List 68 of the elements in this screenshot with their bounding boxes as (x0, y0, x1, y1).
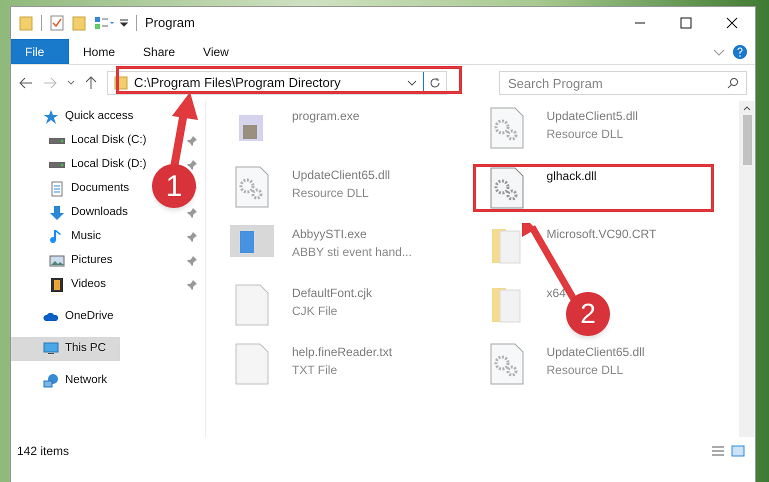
chevron-down-icon[interactable] (67, 80, 75, 86)
gear-document-icon (490, 167, 524, 209)
gear-document-icon (490, 343, 524, 385)
sidebar-item[interactable]: OneDrive (43, 305, 114, 329)
folder-icon[interactable] (19, 15, 33, 31)
address-field[interactable]: C:\Program Files\Program Directory (107, 71, 447, 95)
folder-icon[interactable] (72, 15, 86, 31)
ribbon-tab[interactable]: View (189, 39, 243, 64)
picture-icon (49, 253, 65, 269)
ribbon-tab[interactable]: File (11, 39, 69, 64)
sidebar-item[interactable]: Music (49, 225, 102, 249)
back-arrow-icon[interactable] (19, 77, 33, 89)
pin-icon[interactable] (187, 280, 197, 290)
up-arrow-icon[interactable] (85, 76, 97, 90)
file-item[interactable]: UpdateClient65.dll Resource DLL (484, 343, 645, 385)
sidebar-item[interactable]: This PC (11, 337, 120, 361)
pin-icon[interactable] (187, 160, 197, 170)
file-item[interactable]: glhack.dll (472, 164, 714, 212)
dropdown-caret-icon[interactable] (120, 19, 128, 27)
file-item[interactable]: UpdateClient65.dll Resource DLL (230, 166, 390, 208)
sidebar-item[interactable]: Videos (49, 273, 106, 297)
scrollbar[interactable] (739, 101, 755, 437)
file-item[interactable]: DefaultFont.cjk CJK File (230, 284, 372, 326)
sidebar-item[interactable]: Local Disk (C:) (49, 129, 146, 153)
document-icon (235, 343, 269, 385)
document-icon (49, 181, 65, 197)
film-icon (49, 277, 65, 293)
sidebar-item[interactable]: Quick access (43, 105, 134, 129)
drive-icon (49, 162, 65, 168)
sidebar-item[interactable]: Local Disk (D:) (49, 153, 146, 177)
window-title: Program (145, 14, 195, 32)
sidebar-item[interactable]: Pictures (49, 249, 113, 273)
file-item[interactable]: x64 (484, 284, 566, 326)
checklist-icon[interactable] (50, 15, 64, 31)
tiles-view-icon[interactable] (731, 445, 745, 457)
pin-icon[interactable] (187, 232, 197, 242)
scrollbar-thumb[interactable] (742, 115, 752, 165)
chevron-down-icon[interactable] (407, 80, 417, 86)
sidebar-item[interactable]: Documents (49, 177, 130, 201)
search-field[interactable]: Search Program (499, 71, 747, 95)
download-icon (49, 205, 65, 221)
sidebar-item[interactable]: Downloads (49, 201, 128, 225)
file-item[interactable]: UpdateClient5.dll Resource DLL (484, 107, 638, 149)
refresh-icon[interactable] (429, 77, 441, 89)
item-count: 142 items (17, 443, 70, 460)
help-icon[interactable] (733, 44, 747, 58)
ribbon-tab[interactable]: Share (129, 39, 190, 64)
properties-icon[interactable] (94, 16, 116, 30)
drive-icon (49, 138, 65, 144)
file-item[interactable]: program.exe (230, 107, 360, 149)
gear-document-icon (490, 107, 524, 149)
sidebar-item[interactable]: Network (43, 369, 108, 393)
window-icon (230, 225, 274, 257)
details-view-icon[interactable] (711, 445, 725, 457)
file-item[interactable]: help.fineReader.txt TXT File (230, 343, 392, 385)
ribbon-tab[interactable]: Home (69, 39, 130, 64)
forward-arrow-icon[interactable] (43, 77, 57, 89)
search-icon (727, 77, 739, 89)
pin-icon[interactable] (187, 136, 197, 146)
file-item[interactable]: AbbyySTI.exe ABBY sti event hand... (230, 225, 412, 261)
monitor-icon (43, 341, 59, 357)
file-item[interactable]: Microsoft.VC90.CRT (484, 225, 656, 267)
star-icon (43, 109, 59, 125)
pin-icon[interactable] (187, 208, 197, 218)
gear-document-icon (235, 166, 269, 208)
document-icon (235, 284, 269, 326)
network-icon (43, 373, 59, 389)
pin-icon[interactable] (187, 256, 197, 266)
